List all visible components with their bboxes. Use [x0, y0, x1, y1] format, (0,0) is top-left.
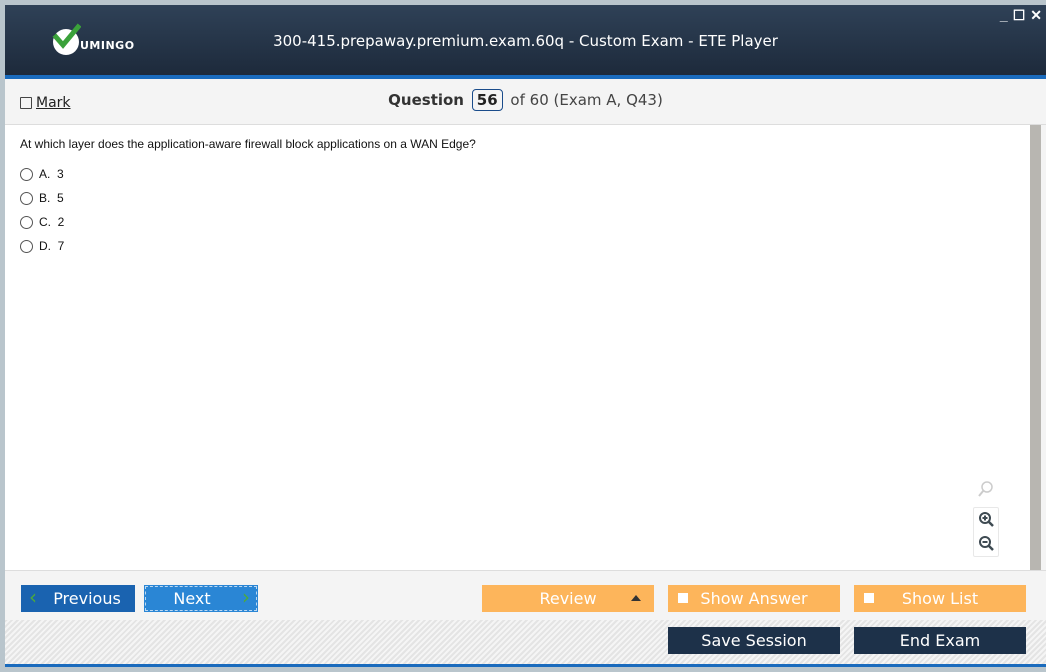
question-content: At which layer does the application-awar…	[5, 125, 1030, 570]
next-label: Next	[173, 589, 211, 608]
window-title: 300-415.prepaway.premium.exam.60q - Cust…	[273, 32, 778, 50]
zoom-tools	[973, 477, 999, 557]
option-letter: D.	[39, 239, 51, 253]
previous-button[interactable]: ‹ Previous	[21, 585, 135, 612]
footer-accent-line	[5, 664, 1046, 667]
maximize-icon[interactable]: ☐	[1013, 7, 1026, 24]
review-button[interactable]: Review	[482, 585, 654, 612]
option-value: 2	[57, 215, 65, 229]
radio-button[interactable]	[20, 239, 33, 253]
window-controls: _ ☐ ✕	[1000, 7, 1042, 24]
question-number-input[interactable]: 56	[471, 89, 503, 111]
show-answer-button[interactable]: Show Answer	[668, 585, 840, 612]
option-letter: A.	[39, 167, 51, 181]
question-counter: Question 56 of 60 (Exam A, Q43)	[5, 89, 1046, 111]
chevron-left-icon: ‹	[29, 585, 37, 609]
show-list-checkbox[interactable]	[864, 593, 874, 603]
option-letter: C.	[39, 215, 51, 229]
option-value: 7	[57, 239, 65, 253]
footer-bar: Save Session End Exam	[5, 620, 1046, 664]
option-value: 3	[57, 167, 64, 181]
review-label: Review	[539, 589, 597, 608]
show-list-button[interactable]: Show List	[854, 585, 1026, 612]
option-a[interactable]: A. 3	[20, 162, 64, 186]
previous-label: Previous	[53, 589, 121, 608]
save-session-button[interactable]: Save Session	[668, 627, 840, 654]
navigation-bar: ‹ Previous Next › Review Show Answer Sho…	[5, 570, 1046, 621]
radio-button[interactable]	[20, 215, 33, 229]
show-list-label: Show List	[901, 589, 979, 608]
end-exam-button[interactable]: End Exam	[854, 627, 1026, 654]
minimize-icon[interactable]: _	[1000, 7, 1008, 24]
question-suffix: of 60 (Exam A, Q43)	[510, 91, 663, 109]
question-label: Question	[388, 91, 464, 109]
search-icon[interactable]	[973, 477, 999, 501]
next-button[interactable]: Next ›	[144, 585, 258, 612]
chevron-right-icon: ›	[242, 585, 250, 609]
option-b[interactable]: B. 5	[20, 186, 64, 210]
show-answer-checkbox[interactable]	[678, 593, 688, 603]
zoom-out-icon[interactable]	[974, 532, 1000, 556]
scrollbar[interactable]	[1030, 125, 1041, 570]
radio-button[interactable]	[20, 167, 33, 181]
show-answer-label: Show Answer	[700, 589, 808, 608]
question-text: At which layer does the application-awar…	[20, 137, 476, 151]
question-bar: Mark Question 56 of 60 (Exam A, Q43)	[5, 79, 1046, 125]
caret-up-icon	[631, 595, 641, 601]
zoom-controls	[973, 507, 999, 557]
option-letter: B.	[39, 191, 51, 205]
close-icon[interactable]: ✕	[1030, 7, 1042, 24]
option-c[interactable]: C. 2	[20, 210, 64, 234]
title-bar: UMINGO 300-415.prepaway.premium.exam.60q…	[5, 5, 1046, 79]
option-value: 5	[57, 191, 64, 205]
radio-button[interactable]	[20, 191, 33, 205]
zoom-in-icon[interactable]	[974, 508, 1000, 532]
app-window: UMINGO 300-415.prepaway.premium.exam.60q…	[5, 5, 1046, 667]
option-d[interactable]: D. 7	[20, 234, 64, 258]
answer-options: A. 3 B. 5 C. 2 D. 7	[20, 162, 64, 258]
